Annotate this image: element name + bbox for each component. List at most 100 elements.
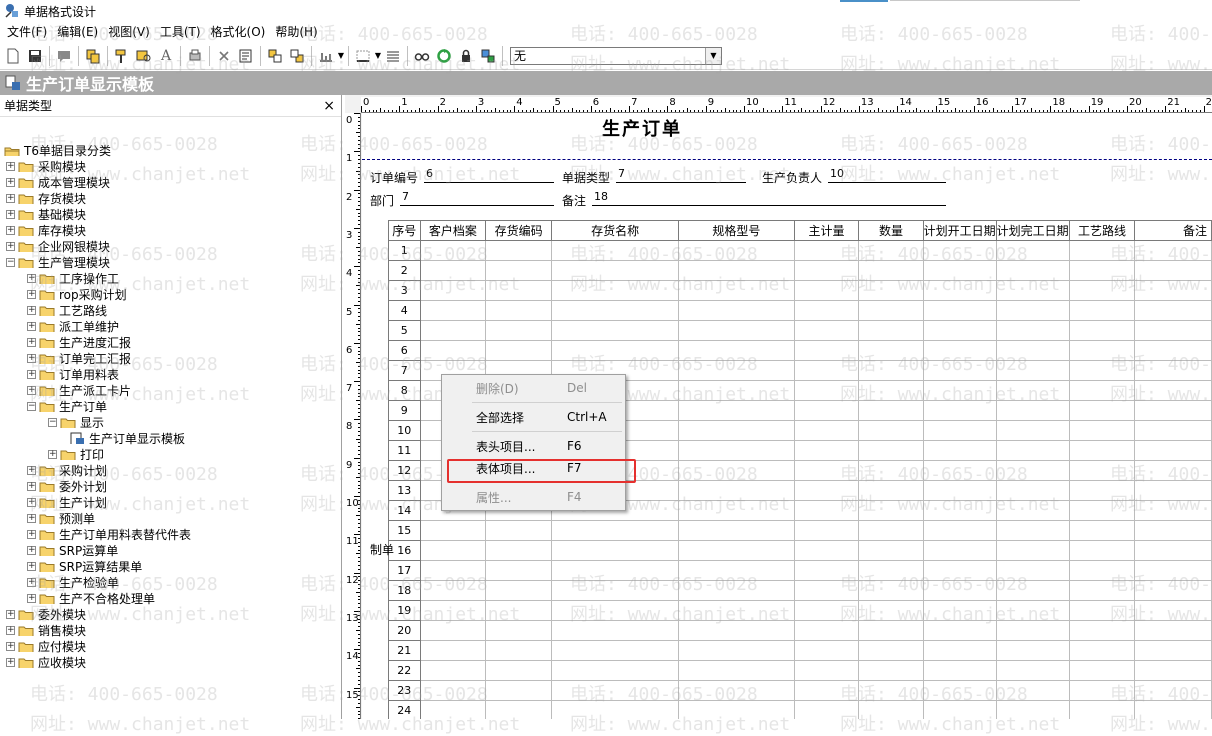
table-cell[interactable] <box>1134 640 1212 661</box>
tree-node[interactable]: + 企业网银模块 <box>6 238 110 254</box>
table-cell[interactable] <box>995 540 1070 561</box>
table-cell[interactable] <box>419 580 487 601</box>
table-row[interactable]: 15 <box>388 520 1212 541</box>
table-cell[interactable] <box>678 460 795 481</box>
copy-icon[interactable] <box>82 45 104 67</box>
table-cell[interactable] <box>551 280 680 301</box>
tree-node[interactable]: + 应收模块 <box>6 654 86 670</box>
expand-icon[interactable]: + <box>27 481 36 491</box>
table-cell[interactable] <box>1068 560 1136 581</box>
table-cell[interactable] <box>678 700 795 719</box>
table-cell[interactable] <box>1068 240 1136 261</box>
table-cell[interactable] <box>551 540 680 561</box>
expand-icon[interactable]: + <box>27 561 36 571</box>
table-cell[interactable] <box>551 300 680 321</box>
table-cell[interactable] <box>995 460 1070 481</box>
table-cell[interactable] <box>678 580 795 601</box>
remark-field[interactable]: 18 <box>592 190 946 206</box>
menu-item-header-fields[interactable]: 表头项目... F6 <box>442 435 625 457</box>
table-cell[interactable] <box>793 560 860 581</box>
doc-type-label[interactable]: 单据类型 <box>562 169 610 186</box>
table-cell[interactable] <box>995 400 1070 421</box>
table-cell[interactable] <box>858 700 924 719</box>
table-cell[interactable] <box>1134 700 1212 719</box>
font-icon[interactable]: A <box>155 45 177 67</box>
tree-node[interactable]: + 打印 <box>48 446 104 462</box>
table-cell[interactable] <box>1134 540 1212 561</box>
table-cell[interactable] <box>1068 480 1136 501</box>
table-cell[interactable] <box>858 660 924 681</box>
column-header[interactable]: 主计量 <box>793 220 860 241</box>
table-cell[interactable] <box>858 400 924 421</box>
tree-node[interactable]: + 生产进度汇报 <box>27 334 131 350</box>
collapse-icon[interactable]: − <box>48 417 57 427</box>
table-cell[interactable] <box>1134 340 1212 361</box>
table-cell[interactable] <box>551 340 680 361</box>
table-cell[interactable] <box>922 520 997 541</box>
properties-icon[interactable] <box>235 45 257 67</box>
table-cell[interactable] <box>922 680 997 701</box>
table-cell[interactable] <box>1068 600 1136 621</box>
tree-node[interactable]: + 委外模块 <box>6 606 86 622</box>
table-cell[interactable] <box>995 300 1070 321</box>
table-cell[interactable] <box>922 500 997 521</box>
table-cell[interactable] <box>485 600 553 621</box>
tree-node[interactable]: − 显示 <box>48 414 104 430</box>
table-cell[interactable] <box>922 260 997 281</box>
expand-icon[interactable]: + <box>27 273 36 283</box>
table-row[interactable]: 22 <box>388 660 1212 681</box>
table-row[interactable]: 3 <box>388 280 1212 301</box>
table-cell[interactable] <box>419 700 487 719</box>
table-cell[interactable] <box>995 240 1070 261</box>
table-cell[interactable] <box>858 560 924 581</box>
tools-icon[interactable] <box>477 45 499 67</box>
table-row[interactable]: 17 <box>388 560 1212 581</box>
table-cell[interactable] <box>858 260 924 281</box>
table-cell[interactable] <box>1068 680 1136 701</box>
expand-icon[interactable]: + <box>6 209 15 219</box>
border-dropdown-icon[interactable]: ▼ <box>374 45 382 67</box>
tree-node[interactable]: − 生产订单 <box>27 398 107 414</box>
expand-icon[interactable]: + <box>6 225 15 235</box>
table-cell[interactable] <box>793 440 860 461</box>
table-cell[interactable] <box>858 340 924 361</box>
table-cell[interactable] <box>419 240 487 261</box>
collapse-icon[interactable]: − <box>6 257 15 267</box>
table-cell[interactable] <box>793 460 860 481</box>
table-cell[interactable] <box>858 460 924 481</box>
menu-item-select-all[interactable]: 全部选择 Ctrl+A <box>442 406 625 428</box>
table-cell[interactable] <box>678 360 795 381</box>
column-header[interactable]: 客户档案 <box>419 220 487 241</box>
table-cell[interactable] <box>1134 300 1212 321</box>
table-cell[interactable] <box>419 300 487 321</box>
expand-icon[interactable]: + <box>27 369 36 379</box>
table-cell[interactable] <box>922 600 997 621</box>
tree-node[interactable]: + 销售模块 <box>6 622 86 638</box>
table-cell[interactable] <box>678 340 795 361</box>
tree-node[interactable]: + 订单用料表 <box>27 366 119 382</box>
table-cell[interactable] <box>678 560 795 581</box>
table-cell[interactable] <box>922 380 997 401</box>
tree-node[interactable]: + 生产计划 <box>27 494 107 510</box>
table-cell[interactable] <box>858 640 924 661</box>
table-cell[interactable] <box>551 560 680 581</box>
table-cell[interactable] <box>922 320 997 341</box>
table-cell[interactable] <box>793 700 860 719</box>
tree-node[interactable]: + 预测单 <box>27 510 95 526</box>
column-header[interactable]: 数量 <box>858 220 924 241</box>
table-cell[interactable] <box>922 280 997 301</box>
table-cell[interactable] <box>995 580 1070 601</box>
table-cell[interactable] <box>995 560 1070 581</box>
table-cell[interactable] <box>485 320 553 341</box>
table-cell[interactable] <box>551 680 680 701</box>
table-cell[interactable] <box>485 580 553 601</box>
close-icon[interactable]: × <box>323 98 335 114</box>
table-row[interactable]: 1 <box>388 240 1212 261</box>
tree-node[interactable]: + 派工单维护 <box>27 318 119 334</box>
table-row[interactable]: 5 <box>388 320 1212 341</box>
table-cell[interactable] <box>485 540 553 561</box>
expand-icon[interactable]: + <box>27 513 36 523</box>
table-cell[interactable] <box>922 400 997 421</box>
table-cell[interactable] <box>485 300 553 321</box>
table-cell[interactable] <box>922 300 997 321</box>
